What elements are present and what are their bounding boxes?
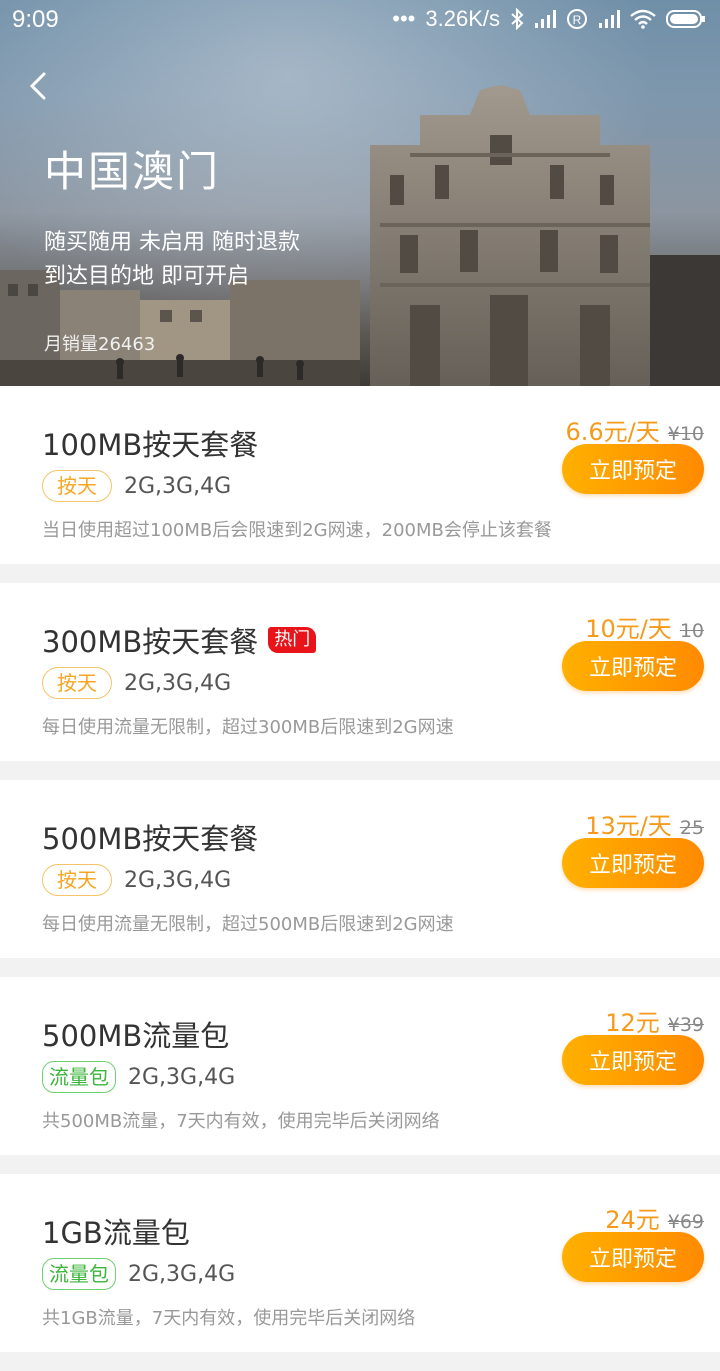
signal-icon — [535, 10, 556, 28]
plan-type-tag: 按天 — [42, 864, 112, 896]
plan-networks: 2G,3G,4G — [128, 1064, 236, 1090]
network-speed: 3.26K/s — [425, 6, 500, 31]
roaming-icon: R — [567, 9, 587, 29]
status-icons: ••• 3.26K/s R — [392, 6, 706, 32]
plan-price: 12元 — [605, 1009, 660, 1037]
plan-original-price: 25 — [679, 817, 704, 839]
ruins-facade-illustration — [370, 85, 720, 386]
battery-icon — [666, 10, 705, 28]
plan-description: 当日使用超过100MB后会限速到2G网速，200MB会停止该套餐 — [42, 520, 552, 541]
plan-price: 24元 — [605, 1206, 660, 1234]
plan-title-row: 500MB流量包 — [42, 1013, 229, 1055]
plan-networks: 2G,3G,4G — [124, 670, 232, 696]
plan-tag-row: 按天 2G,3G,4G — [42, 470, 231, 502]
hot-badge: 热门 — [268, 627, 317, 653]
monthly-sales: 月销量26463 — [44, 334, 156, 355]
status-time: 9:09 — [12, 6, 59, 33]
plan-tag-row: 流量包 2G,3G,4G — [42, 1061, 235, 1093]
plan-type-tag: 按天 — [42, 667, 112, 699]
plan-tag-row: 按天 2G,3G,4G — [42, 667, 231, 699]
hero-banner: 9:09 ••• 3.26K/s R 中国澳门 随买随用 未启用 随时退款 到达… — [0, 0, 720, 386]
plan-title: 500MB流量包 — [42, 1019, 230, 1053]
plan-title-row: 100MB按天套餐 — [42, 422, 258, 464]
price-row: 6.6元/天 ¥10 — [565, 412, 704, 447]
plan-price: 6.6元/天 — [565, 418, 660, 446]
plan-description: 共500MB流量，7天内有效，使用完毕后关闭网络 — [42, 1111, 440, 1132]
price-row: 10元/天 10 — [585, 609, 704, 644]
price-row: 24元 ¥69 — [605, 1200, 704, 1235]
plan-title-row: 1GB流量包 — [42, 1210, 190, 1252]
plan-original-price: ¥39 — [667, 1014, 704, 1036]
status-bar: 9:09 ••• 3.26K/s R — [0, 0, 720, 40]
svg-text:R: R — [573, 13, 582, 27]
plan-networks: 2G,3G,4G — [128, 1261, 236, 1287]
plan-description: 每日使用流量无限制，超过300MB后限速到2G网速 — [42, 717, 454, 738]
plan-type-tag: 流量包 — [42, 1061, 116, 1093]
plan-card[interactable]: 500MB按天套餐 按天 2G,3G,4G 每日使用流量无限制，超过500MB后… — [0, 780, 720, 958]
plan-title: 300MB按天套餐 — [42, 625, 259, 659]
plan-title-row: 300MB按天套餐 热门 — [42, 619, 317, 661]
plan-tag-row: 按天 2G,3G,4G — [42, 864, 231, 896]
plan-description: 每日使用流量无限制，超过500MB后限速到2G网速 — [42, 914, 454, 935]
plan-card[interactable]: 300MB按天套餐 热门 按天 2G,3G,4G 每日使用流量无限制，超过300… — [0, 583, 720, 761]
plan-title: 100MB按天套餐 — [42, 428, 259, 462]
plan-type-tag: 按天 — [42, 470, 112, 502]
plan-networks: 2G,3G,4G — [124, 867, 232, 893]
plan-list: 100MB按天套餐 按天 2G,3G,4G 当日使用超过100MB后会限速到2G… — [0, 386, 720, 1371]
dots-icon: ••• — [392, 6, 416, 31]
hero-subtitle-line1: 随买随用 未启用 随时退款 — [44, 230, 300, 255]
plan-type-tag: 流量包 — [42, 1258, 116, 1290]
bluetooth-icon — [511, 8, 524, 30]
plan-networks: 2G,3G,4G — [124, 473, 232, 499]
plan-title: 500MB按天套餐 — [42, 822, 259, 856]
book-now-button[interactable]: 立即预定 — [562, 1232, 704, 1282]
plan-title-row: 500MB按天套餐 — [42, 816, 258, 858]
plan-original-price: ¥69 — [667, 1211, 704, 1233]
plan-card[interactable]: 100MB按天套餐 按天 2G,3G,4G 当日使用超过100MB后会限速到2G… — [0, 386, 720, 564]
hero-subtitle-line2: 到达目的地 即可开启 — [44, 264, 249, 289]
price-row: 12元 ¥39 — [605, 1003, 704, 1038]
plan-price: 13元/天 — [585, 812, 672, 840]
book-now-button[interactable]: 立即预定 — [562, 1035, 704, 1085]
book-now-button[interactable]: 立即预定 — [562, 641, 704, 691]
plan-tag-row: 流量包 2G,3G,4G — [42, 1258, 235, 1290]
back-arrow-icon[interactable] — [24, 68, 54, 104]
plan-card[interactable]: 500MB流量包 流量包 2G,3G,4G 共500MB流量，7天内有效，使用完… — [0, 977, 720, 1155]
signal-icon — [599, 10, 620, 28]
plan-card[interactable]: 1GB流量包 流量包 2G,3G,4G 共1GB流量，7天内有效，使用完毕后关闭… — [0, 1174, 720, 1352]
price-row: 13元/天 25 — [585, 806, 704, 841]
book-now-button[interactable]: 立即预定 — [562, 444, 704, 494]
wifi-icon — [630, 9, 656, 29]
plan-original-price: 10 — [679, 620, 704, 642]
book-now-button[interactable]: 立即预定 — [562, 838, 704, 888]
plan-price: 10元/天 — [585, 615, 672, 643]
destination-title: 中国澳门 — [44, 147, 221, 196]
plan-original-price: ¥10 — [667, 423, 704, 445]
plan-title: 1GB流量包 — [42, 1216, 190, 1250]
plan-description: 共1GB流量，7天内有效，使用完毕后关闭网络 — [42, 1308, 416, 1329]
